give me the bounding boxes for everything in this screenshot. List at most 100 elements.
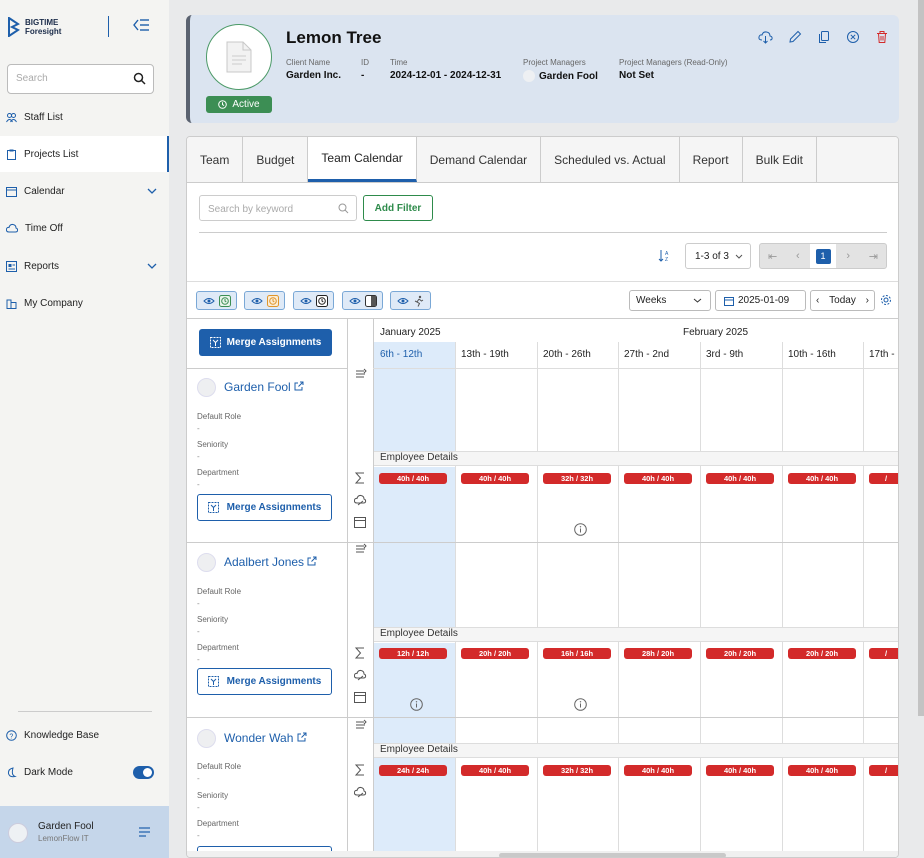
last-page-button[interactable]: ⇥ <box>861 244 886 268</box>
hours-pill[interactable]: 20h / 20h <box>706 648 774 659</box>
grid-line <box>618 342 619 851</box>
knowledge-base-link[interactable]: ? Knowledge Base <box>0 717 169 753</box>
grid-top-border <box>187 318 898 319</box>
field-id: ID - <box>361 58 369 81</box>
tab-report[interactable]: Report <box>679 137 743 182</box>
copy-icon[interactable] <box>817 30 831 44</box>
prev-period-button[interactable]: ‹ <box>816 295 819 306</box>
person-name-link[interactable]: Adalbert Jones <box>224 555 317 569</box>
page-range-select[interactable]: 1-3 of 3 <box>685 243 751 269</box>
next-page-button[interactable]: › <box>836 244 861 268</box>
hours-pill[interactable]: 40h / 40h <box>379 473 447 484</box>
sidebar-item-calendar[interactable]: Calendar <box>0 173 169 209</box>
hours-pill[interactable]: 40h / 40h <box>706 473 774 484</box>
eye-icon <box>250 297 263 304</box>
tab-budget[interactable]: Budget <box>243 137 309 182</box>
edit-icon[interactable] <box>788 30 802 44</box>
add-filter-button[interactable]: Add Filter <box>363 195 433 221</box>
info-icon[interactable] <box>410 698 423 711</box>
tab-team-calendar[interactable]: Team Calendar <box>308 137 417 182</box>
first-page-button[interactable]: ⇤ <box>760 244 785 268</box>
view-mode-select[interactable]: Weeks <box>629 290 711 311</box>
toggle-view-clock-green[interactable] <box>196 291 237 310</box>
hours-pill[interactable]: 40h / 40h <box>788 473 856 484</box>
gear-icon[interactable] <box>880 294 892 306</box>
horizontal-scrollbar[interactable] <box>187 851 898 857</box>
hours-pill[interactable]: 32h / 32h <box>543 473 611 484</box>
hours-pill[interactable]: 32h / 32h <box>869 765 898 776</box>
sidebar-item-label: My Company <box>24 297 83 309</box>
hours-pill[interactable]: 16h / 16h <box>869 648 898 659</box>
assignments-icon[interactable] <box>354 543 367 556</box>
sidebar-search-input[interactable]: Search <box>7 64 154 94</box>
date-picker[interactable]: 2025-01-09 <box>715 290 806 311</box>
hours-pill[interactable]: 40h / 40h <box>461 765 529 776</box>
person-name-link[interactable]: Wonder Wah <box>224 731 307 745</box>
merge-assignments-button[interactable]: Merge Assignments <box>197 494 332 521</box>
hours-pill[interactable]: 40h / 40h <box>706 765 774 776</box>
chevron-down-icon <box>147 188 157 194</box>
hours-pill[interactable]: 12h / 12h <box>379 648 447 659</box>
sort-icon[interactable]: AZ <box>658 249 671 263</box>
hours-pill[interactable]: 32h / 32h <box>543 765 611 776</box>
info-icon[interactable] <box>574 698 587 711</box>
sidebar-item-staff-list[interactable]: Staff List <box>0 99 169 135</box>
moon-icon <box>7 766 17 777</box>
app-logo[interactable]: BIGTIME Foresight <box>8 17 61 37</box>
hours-pill[interactable]: 40h / 40h <box>624 765 692 776</box>
toggle-view-clock-dark[interactable] <box>293 291 334 310</box>
vertical-scrollbar[interactable] <box>918 0 924 716</box>
today-button[interactable]: Today <box>829 295 856 306</box>
sidebar-item-reports[interactable]: Reports <box>0 248 169 284</box>
tab-scheduled-vs-actual[interactable]: Scheduled vs. Actual <box>541 137 680 182</box>
avatar <box>197 729 216 748</box>
menu-icon[interactable] <box>139 827 150 837</box>
dark-mode-toggle[interactable] <box>133 766 154 779</box>
scrollbar-thumb[interactable] <box>499 853 726 857</box>
toggle-view-split[interactable] <box>342 291 383 310</box>
person-name-link[interactable]: Garden Fool <box>224 380 304 394</box>
merge-icon <box>209 337 221 348</box>
merge-assignments-button[interactable]: Merge Assignments <box>199 329 332 356</box>
assignments-icon[interactable] <box>354 368 367 381</box>
sidebar-item-projects-list[interactable]: Projects List <box>0 136 169 172</box>
sidebar-item-my-company[interactable]: My Company <box>0 285 169 321</box>
toggle-view-clock-orange[interactable] <box>244 291 285 310</box>
tab-team[interactable]: Team <box>187 137 244 182</box>
hours-pill[interactable]: 20h / 20h <box>461 648 529 659</box>
keyword-search-placeholder: Search by keyword <box>208 204 294 215</box>
sidebar-item-time-off[interactable]: Time Off <box>0 210 169 246</box>
hours-pill[interactable]: 40h / 40h <box>624 473 692 484</box>
date-value: 2025-01-09 <box>738 295 790 306</box>
hours-pill[interactable]: 16h / 16h <box>543 648 611 659</box>
field-key: Time <box>390 58 408 67</box>
prev-page-button[interactable]: ‹ <box>785 244 810 268</box>
hours-pill[interactable]: 40h / 40h <box>788 765 856 776</box>
hours-pill[interactable]: 24h / 24h <box>379 765 447 776</box>
sidebar-item-label: Time Off <box>25 222 63 234</box>
hours-pill[interactable]: 32h / 32h <box>869 473 898 484</box>
assignments-icon[interactable] <box>354 719 367 732</box>
hours-pill[interactable]: 28h / 20h <box>624 648 692 659</box>
keyword-search-input[interactable]: Search by keyword <box>199 195 357 221</box>
tab-demand-calendar[interactable]: Demand Calendar <box>416 137 542 182</box>
hours-pill[interactable]: 40h / 40h <box>461 473 529 484</box>
header-actions <box>758 30 889 44</box>
merge-assignments-button[interactable]: Merge Assignments <box>197 668 332 695</box>
next-period-button[interactable]: › <box>866 295 869 306</box>
trash-icon[interactable] <box>875 30 889 44</box>
field-value[interactable]: Garden Fool <box>539 71 598 82</box>
current-page-button[interactable]: 1 <box>810 244 836 268</box>
cloud-icon <box>354 494 367 506</box>
month-label: January 2025 <box>380 327 441 338</box>
grid-line <box>537 342 538 851</box>
collapse-sidebar-icon[interactable] <box>133 18 150 32</box>
cloud-download-icon[interactable] <box>758 30 773 44</box>
user-profile-bar[interactable]: Garden Fool LemonFlow IT <box>0 806 169 858</box>
cancel-icon[interactable] <box>846 30 860 44</box>
toggle-view-runner[interactable] <box>390 291 431 310</box>
hours-pill[interactable]: 20h / 20h <box>788 648 856 659</box>
info-icon[interactable] <box>574 523 587 536</box>
tab-bulk-edit[interactable]: Bulk Edit <box>742 137 817 182</box>
employee-details-header: Employee Details <box>374 451 898 466</box>
